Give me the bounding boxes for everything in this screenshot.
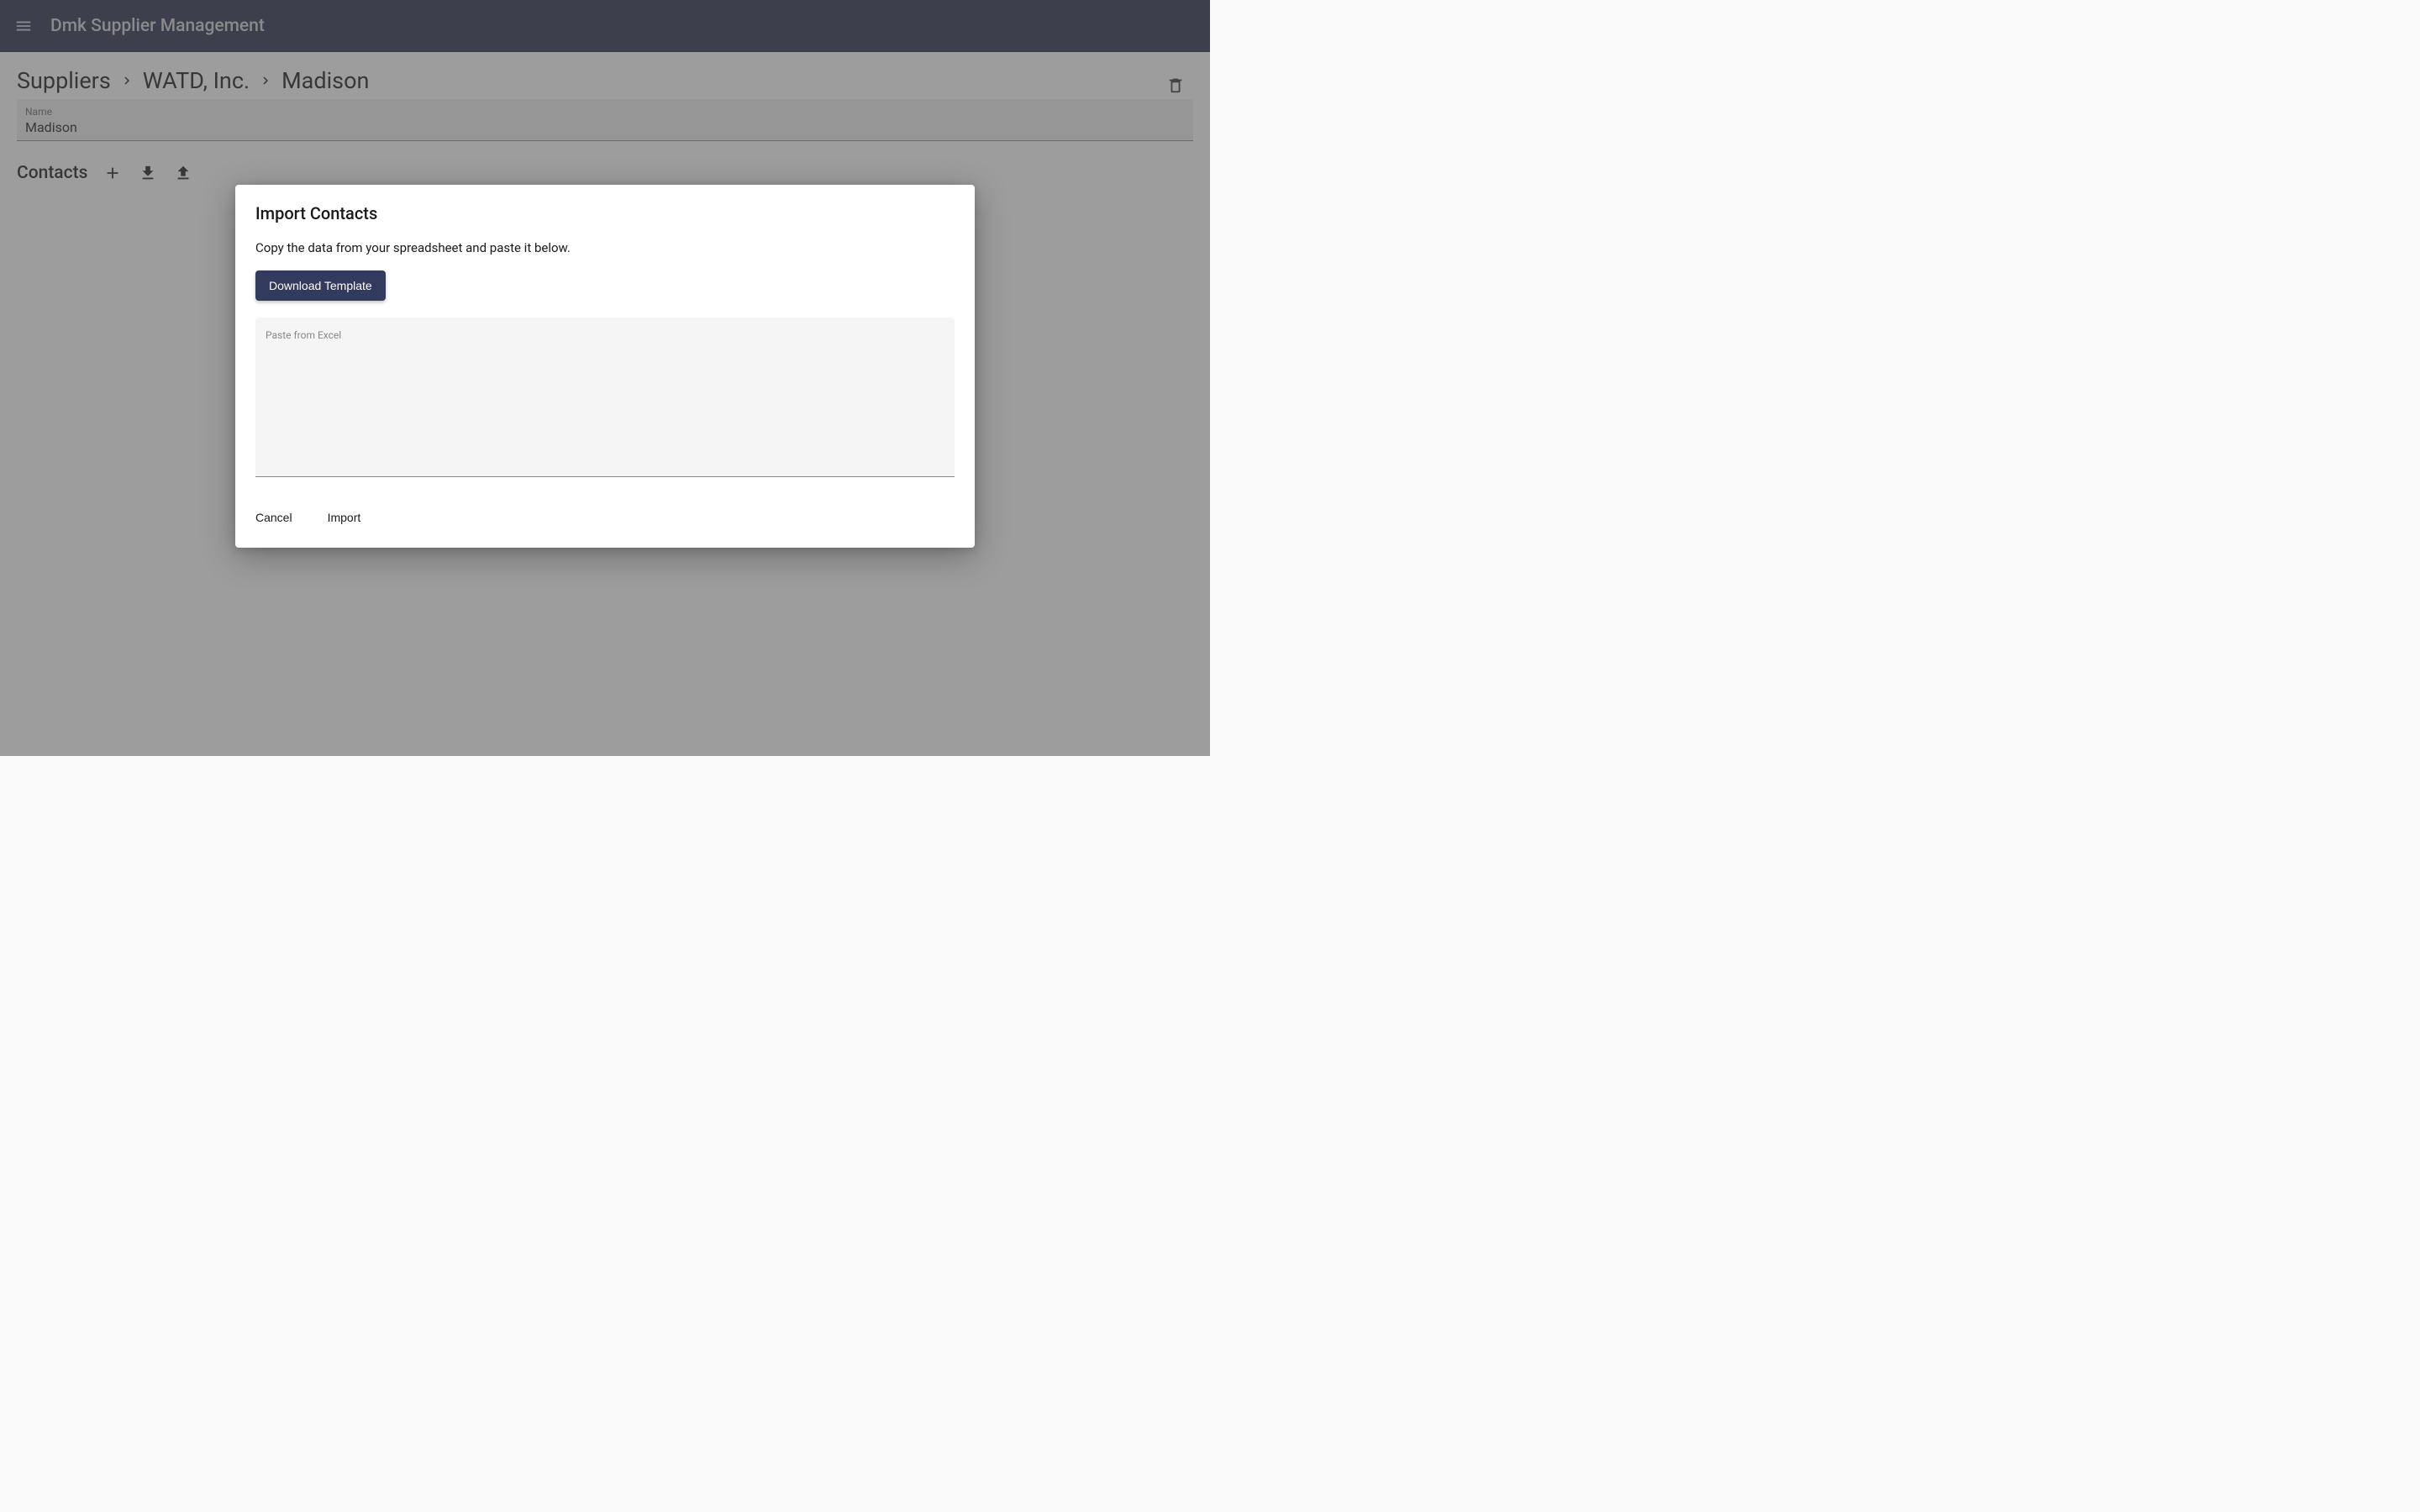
cancel-button[interactable]: Cancel — [247, 504, 301, 531]
modal-overlay[interactable]: Import Contacts Copy the data from your … — [0, 0, 1210, 756]
dialog-actions: Cancel Import — [235, 484, 975, 548]
import-contacts-dialog: Import Contacts Copy the data from your … — [235, 185, 975, 548]
import-button[interactable]: Import — [319, 504, 370, 531]
dialog-instruction: Copy the data from your spreadsheet and … — [255, 240, 955, 255]
dialog-title: Import Contacts — [255, 203, 955, 223]
paste-textarea[interactable]: Paste from Excel — [255, 318, 955, 477]
download-template-button[interactable]: Download Template — [255, 270, 386, 301]
paste-textarea-label: Paste from Excel — [266, 329, 341, 341]
